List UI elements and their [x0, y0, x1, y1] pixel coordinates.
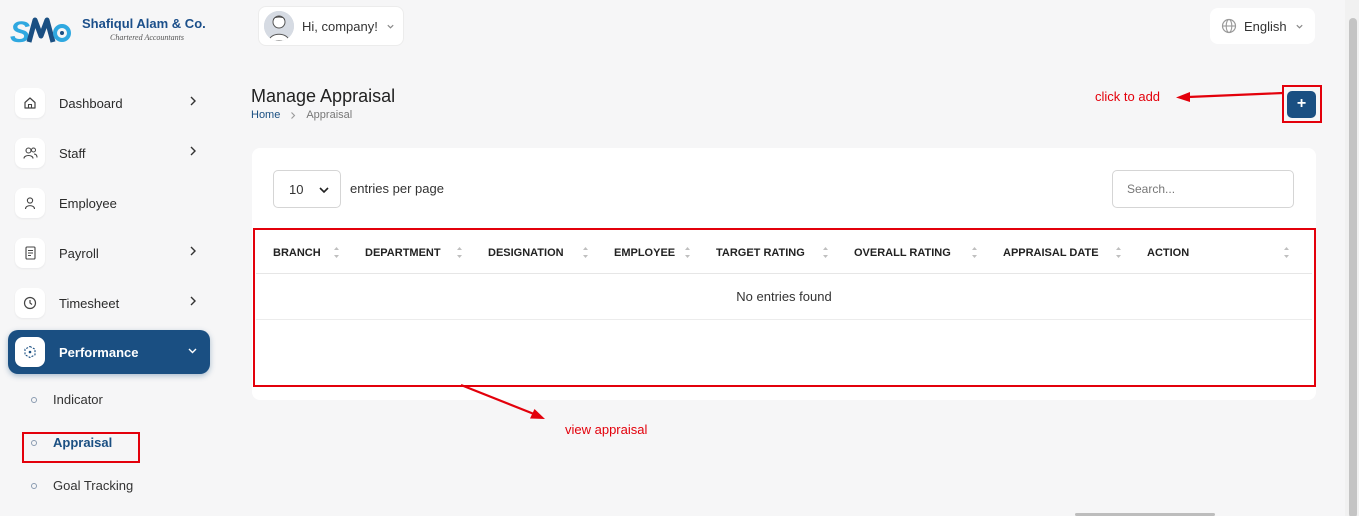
- arrow-to-note-add: [1187, 91, 1284, 99]
- vertical-scrollbar-thumb[interactable]: [1349, 18, 1357, 516]
- arrowhead-icon: [1176, 92, 1190, 102]
- arrowhead-icon: [530, 409, 545, 419]
- arrow-to-view-note: [460, 383, 535, 416]
- annotation-arrows: [460, 91, 1284, 419]
